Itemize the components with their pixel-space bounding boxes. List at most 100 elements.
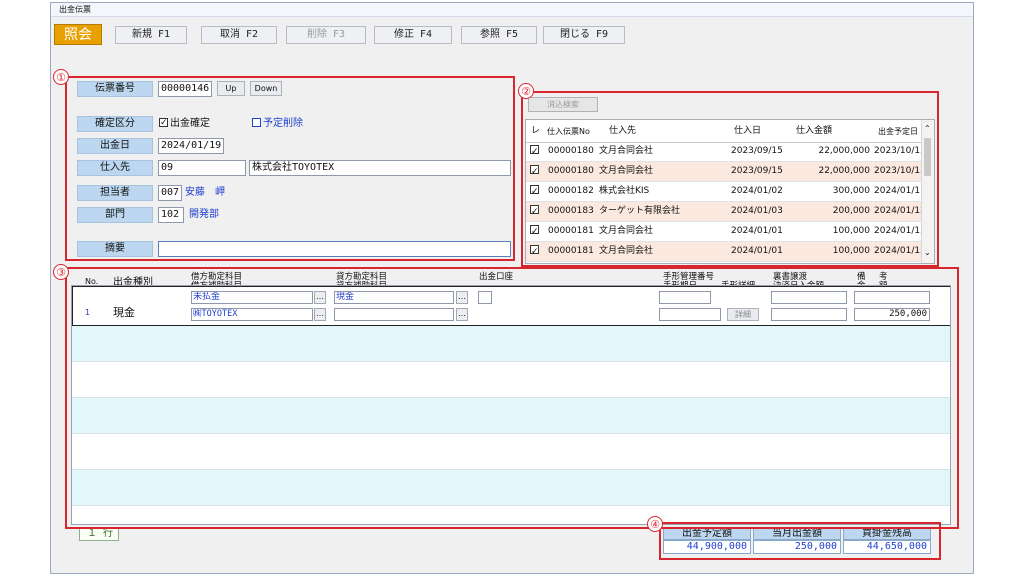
purchase-amount: 100,000 (832, 226, 870, 236)
delete-button[interactable]: 削除 F3 (286, 26, 366, 44)
marker-4: ④ (647, 516, 663, 532)
dept-label: 部門 (77, 207, 153, 223)
purchase-supplier: 文月合同会社 (599, 166, 654, 176)
summary-label-current: 当月出金額 (753, 527, 841, 540)
detail-empty-row[interactable] (72, 506, 950, 524)
checkbox-checked-icon (530, 223, 539, 241)
purchase-no: 00000181 (548, 246, 594, 256)
purchase-date: 2023/09/15 (731, 166, 783, 176)
staff-name: 安藤 岬 (185, 187, 225, 198)
row-checkbox (530, 182, 541, 201)
purchase-row[interactable]: 00000181 文月合同会社 2024/01/01 100,000 2024/… (526, 222, 926, 242)
detail-row[interactable]: 1 現金 未払金 … ㈱TOYOTEX … 現金 … … 詳細 250,000 (72, 286, 950, 326)
debit-sub-lookup[interactable]: … (314, 308, 326, 321)
detail-empty-row[interactable] (72, 470, 950, 506)
window-content: 照会 新規 F1 取消 F2 削除 F3 修正 F4 参照 F5 閉じる F9 … (51, 17, 973, 573)
supplier-label: 仕入先 (77, 160, 153, 176)
confirm-label: 確定区分 (77, 116, 153, 132)
cancel-button[interactable]: 取消 F2 (201, 26, 277, 44)
detail-empty-row[interactable] (72, 398, 950, 434)
reference-button[interactable]: 参照 F5 (461, 26, 537, 44)
detail-empty-row[interactable] (72, 434, 950, 470)
date-label: 出金日 (77, 138, 153, 154)
purchase-row[interactable]: 00000180 文月合同会社 2023/09/15 22,000,000 20… (526, 162, 926, 182)
memo-field[interactable] (158, 241, 511, 257)
purchase-due: 2024/01/13 (874, 246, 926, 256)
checkbox-checked-icon (530, 243, 539, 261)
bill-no-field[interactable] (659, 291, 711, 304)
settle-amount-field[interactable] (771, 308, 847, 321)
purchase-supplier: 株式会社KIS (599, 186, 650, 196)
marker-3: ③ (53, 264, 69, 280)
credit-sub-field[interactable] (334, 308, 454, 321)
staff-label: 担当者 (77, 185, 153, 201)
checkbox-checked-icon (530, 203, 539, 221)
bill-date-field[interactable] (659, 308, 721, 321)
purchase-date: 2024/01/01 (731, 246, 783, 256)
voucher-no-field[interactable]: 00000146 (158, 81, 212, 97)
close-button[interactable]: 閉じる F9 (543, 26, 625, 44)
purchase-row[interactable]: 00000182 株式会社KIS 2024/01/02 300,000 2024… (526, 182, 926, 202)
purchase-no: 00000181 (548, 226, 594, 236)
detail-row-type: 現金 (113, 306, 135, 319)
confirm-checkbox[interactable]: 出金確定 (159, 116, 210, 131)
down-button[interactable]: Down (250, 81, 282, 96)
col-check: レ (531, 126, 541, 136)
remark-field[interactable] (854, 291, 930, 304)
detail-grid: 1 現金 未払金 … ㈱TOYOTEX … 現金 … … 詳細 250,000 (71, 285, 951, 525)
purchase-row[interactable]: 00000183 ターゲット有限会社 2024/01/03 200,000 20… (526, 202, 926, 222)
purchase-scrollbar[interactable]: ⌃ ⌄ (921, 120, 934, 263)
checkbox-checked-icon (159, 116, 168, 130)
purchase-amount: 100,000 (832, 246, 870, 256)
mode-indicator: 照会 (54, 24, 102, 45)
schedule-delete-label: 予定削除 (263, 118, 303, 129)
credit-account-lookup[interactable]: … (456, 291, 468, 304)
col-due-date: 出金予定日 (878, 127, 918, 136)
debit-account-field[interactable]: 未払金 (191, 291, 313, 304)
purchase-no: 00000180 (548, 166, 594, 176)
purchase-supplier: 文月合同会社 (599, 246, 654, 256)
purchase-table: レ 仕入伝票No 仕入先 仕入日 仕入金額 出金予定日 00000180 文月合… (525, 119, 935, 264)
amount-field[interactable]: 250,000 (854, 308, 930, 321)
checkbox-checked-icon (530, 183, 539, 201)
credit-sub-lookup[interactable]: … (456, 308, 468, 321)
detail-empty-row[interactable] (72, 326, 950, 362)
chevron-down-icon[interactable]: ⌄ (924, 248, 931, 257)
row-count: １ 行 (79, 527, 119, 541)
purchase-row[interactable]: 00000181 文月合同会社 2024/01/01 100,000 2024/… (526, 242, 926, 262)
debit-sub-field[interactable]: ㈱TOYOTEX (191, 308, 313, 321)
purchase-row[interactable]: 00000180 文月合同会社 2023/09/15 22,000,000 20… (526, 142, 926, 162)
summary-value-balance: 44,650,000 (843, 540, 931, 554)
purchase-due: 2023/10/15 (874, 146, 926, 156)
dept-code-field[interactable]: 102 (158, 207, 184, 223)
date-field[interactable]: 2024/01/19 (158, 138, 224, 154)
debit-account-lookup[interactable]: … (314, 291, 326, 304)
schedule-delete-checkbox[interactable]: 予定削除 (252, 117, 303, 131)
detail-empty-row[interactable] (72, 362, 950, 398)
voucher-no-label: 伝票番号 (77, 81, 153, 97)
purchase-due: 2024/01/12 (874, 206, 926, 216)
supplier-code-field[interactable]: 09 (158, 160, 246, 176)
purchase-table-header: レ 仕入伝票No 仕入先 仕入日 仕入金額 出金予定日 (526, 120, 924, 143)
purchase-date: 2024/01/03 (731, 206, 783, 216)
purchase-date: 2024/01/02 (731, 186, 783, 196)
credit-account-field[interactable]: 現金 (334, 291, 454, 304)
purchase-amount: 300,000 (832, 186, 870, 196)
window-title: 出金伝票 (51, 3, 973, 17)
endorse-field[interactable] (771, 291, 847, 304)
scroll-thumb[interactable] (924, 138, 931, 176)
chevron-up-icon[interactable]: ⌃ (924, 124, 931, 133)
row-checkbox (530, 242, 541, 261)
account-field[interactable] (478, 291, 492, 304)
marker-2: ② (518, 83, 534, 99)
staff-code-field[interactable]: 007 (158, 185, 182, 201)
summary-label-balance: 買掛金残高 (843, 527, 931, 540)
purchase-due: 2024/01/11 (874, 186, 926, 196)
bill-detail-button[interactable]: 詳細 (727, 308, 759, 321)
new-button[interactable]: 新規 F1 (115, 26, 187, 44)
up-button[interactable]: Up (217, 81, 245, 96)
purchase-supplier: 文月合同会社 (599, 226, 654, 236)
purchase-no: 00000183 (548, 206, 594, 216)
edit-button[interactable]: 修正 F4 (374, 26, 452, 44)
clear-search-button[interactable]: 消込検索 (528, 97, 598, 112)
